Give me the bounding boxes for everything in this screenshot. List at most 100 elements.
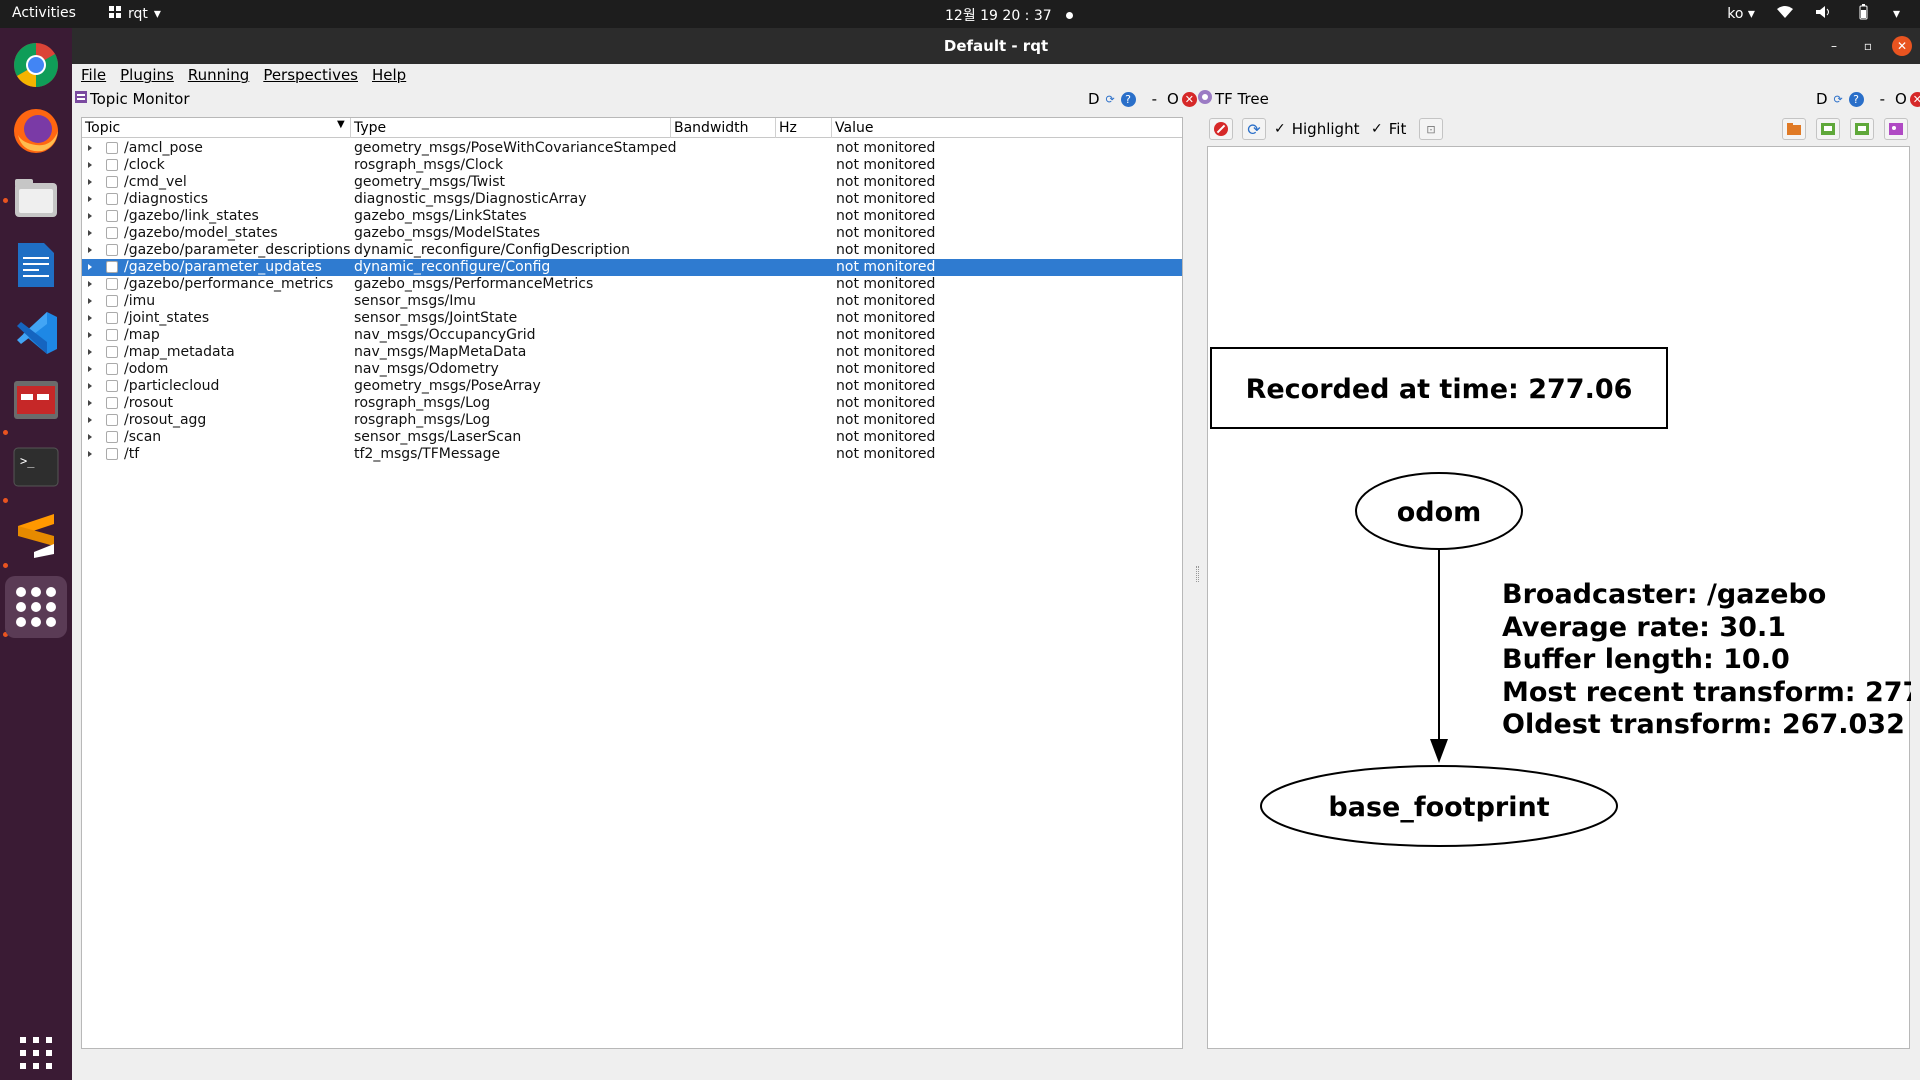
header-type[interactable]: Type — [354, 120, 386, 136]
show-applications-icon[interactable] — [11, 1028, 61, 1078]
minimize-button[interactable]: – — [1824, 36, 1844, 56]
checkbox-checked-icon[interactable]: ✓ — [1274, 121, 1286, 137]
monitor-checkbox[interactable] — [106, 142, 118, 154]
help-icon[interactable]: ? — [1848, 91, 1864, 107]
table-row[interactable]: /gazebo/link_states gazebo_msgs/LinkState… — [82, 208, 1182, 225]
table-row[interactable]: /clock rosgraph_msgs/Clock not monitored — [82, 157, 1182, 174]
expand-arrow-icon[interactable] — [88, 264, 92, 270]
monitor-checkbox[interactable] — [106, 414, 118, 426]
files-icon[interactable] — [11, 173, 61, 223]
table-row[interactable]: /rosout rosgraph_msgs/Log not monitored — [82, 395, 1182, 412]
load-file-button[interactable] — [1782, 118, 1806, 140]
expand-arrow-icon[interactable] — [88, 451, 92, 457]
expand-arrow-icon[interactable] — [88, 400, 92, 406]
save-image-button[interactable] — [1884, 118, 1908, 140]
close-pane-icon[interactable]: ✕ — [1181, 91, 1197, 107]
float-pane-button[interactable]: O — [1895, 90, 1907, 108]
table-row[interactable]: /gazebo/model_states gazebo_msgs/ModelSta… — [82, 225, 1182, 242]
vscode-icon[interactable] — [11, 308, 61, 358]
clock[interactable]: 12월 19 20 : 37 — [945, 5, 1073, 25]
header-topic[interactable]: Topic — [85, 120, 120, 136]
expand-arrow-icon[interactable] — [88, 332, 92, 338]
save-svg-button[interactable] — [1850, 118, 1874, 140]
fit-option[interactable]: ✓ Fit — [1371, 120, 1406, 138]
reload-icon[interactable]: ⟳ — [1103, 92, 1118, 107]
help-icon[interactable]: ? — [1120, 91, 1136, 107]
monitor-checkbox[interactable] — [106, 261, 118, 273]
table-row[interactable]: /rosout_agg rosgraph_msgs/Log not monitore… — [82, 412, 1182, 429]
float-pane-button[interactable]: O — [1167, 90, 1179, 108]
table-row[interactable]: /map_metadata nav_msgs/MapMetaData not mon… — [82, 344, 1182, 361]
maximize-button[interactable]: ▫ — [1858, 36, 1878, 56]
monitor-checkbox[interactable] — [106, 397, 118, 409]
header-bandwidth[interactable]: Bandwidth — [674, 120, 749, 136]
monitor-checkbox[interactable] — [106, 346, 118, 358]
table-row[interactable]: /gazebo/parameter_updates dynamic_reconfi… — [82, 259, 1182, 276]
expand-arrow-icon[interactable] — [88, 349, 92, 355]
table-row[interactable]: /imu sensor_msgs/Imu not monitored — [82, 293, 1182, 310]
expand-arrow-icon[interactable] — [88, 281, 92, 287]
menu-help[interactable]: Help — [372, 66, 406, 86]
expand-arrow-icon[interactable] — [88, 196, 92, 202]
minimize-pane-button[interactable]: - — [1880, 90, 1885, 108]
expand-arrow-icon[interactable] — [88, 383, 92, 389]
table-row[interactable]: /scan sensor_msgs/LaserScan not monitored — [82, 429, 1182, 446]
rqt-icon[interactable] — [11, 375, 61, 425]
table-row[interactable]: /tf tf2_msgs/TFMessage not monitored — [82, 446, 1182, 463]
dock-toggle-button[interactable]: D — [1088, 90, 1100, 108]
terminal-icon[interactable]: >_ — [11, 442, 61, 492]
app-menu[interactable]: rqt ▾ — [108, 5, 161, 23]
expand-arrow-icon[interactable] — [88, 162, 92, 168]
monitor-checkbox[interactable] — [106, 380, 118, 392]
close-pane-icon[interactable]: ✕ — [1909, 91, 1920, 107]
monitor-checkbox[interactable] — [106, 244, 118, 256]
firefox-icon[interactable] — [11, 106, 61, 156]
monitor-checkbox[interactable] — [106, 312, 118, 324]
menu-plugins[interactable]: Plugins — [120, 66, 174, 86]
monitor-checkbox[interactable] — [106, 159, 118, 171]
refresh-button[interactable]: ⟳ — [1242, 118, 1266, 140]
clear-buffer-button[interactable] — [1209, 118, 1233, 140]
expand-arrow-icon[interactable] — [88, 366, 92, 372]
writer-icon[interactable] — [11, 240, 61, 290]
close-button[interactable]: ✕ — [1892, 36, 1912, 56]
table-row[interactable]: /map nav_msgs/OccupancyGrid not monitored — [82, 327, 1182, 344]
expand-arrow-icon[interactable] — [88, 145, 92, 151]
monitor-checkbox[interactable] — [106, 431, 118, 443]
chrome-icon[interactable] — [11, 40, 61, 90]
minimize-pane-button[interactable]: - — [1152, 90, 1157, 108]
system-tray[interactable]: ko ▾ ▾ — [1727, 4, 1900, 24]
expand-arrow-icon[interactable] — [88, 434, 92, 440]
table-row[interactable]: /diagnostics diagnostic_msgs/DiagnosticAr… — [82, 191, 1182, 208]
expand-arrow-icon[interactable] — [88, 247, 92, 253]
table-row[interactable]: /amcl_pose geometry_msgs/PoseWithCovarian… — [82, 140, 1182, 157]
table-row[interactable]: /particlecloud geometry_msgs/PoseArray not… — [82, 378, 1182, 395]
checkbox-checked-icon[interactable]: ✓ — [1371, 121, 1383, 137]
splitter-handle[interactable] — [1196, 566, 1199, 582]
table-row[interactable]: /joint_states sensor_msgs/JointState not m… — [82, 310, 1182, 327]
expand-arrow-icon[interactable] — [88, 230, 92, 236]
monitor-checkbox[interactable] — [106, 193, 118, 205]
app-grid-active-icon[interactable] — [5, 576, 67, 638]
expand-arrow-icon[interactable] — [88, 315, 92, 321]
expand-arrow-icon[interactable] — [88, 298, 92, 304]
monitor-checkbox[interactable] — [106, 448, 118, 460]
monitor-checkbox[interactable] — [106, 227, 118, 239]
table-row[interactable]: /gazebo/parameter_descriptions dynamic_re… — [82, 242, 1182, 259]
expand-arrow-icon[interactable] — [88, 213, 92, 219]
expand-arrow-icon[interactable] — [88, 417, 92, 423]
monitor-checkbox[interactable] — [106, 210, 118, 222]
menu-perspectives[interactable]: Perspectives — [263, 66, 358, 86]
expand-arrow-icon[interactable] — [88, 179, 92, 185]
header-hz[interactable]: Hz — [779, 120, 797, 136]
highlight-option[interactable]: ✓ Highlight — [1274, 120, 1359, 138]
monitor-checkbox[interactable] — [106, 329, 118, 341]
menu-running[interactable]: Running — [188, 66, 249, 86]
monitor-checkbox[interactable] — [106, 295, 118, 307]
input-method[interactable]: ko ▾ — [1727, 6, 1755, 22]
tf-graph-canvas[interactable]: Recorded at time: 277.06 odom base_footp… — [1207, 146, 1920, 1049]
reload-icon[interactable]: ⟳ — [1831, 92, 1846, 107]
sublime-icon[interactable] — [11, 510, 61, 560]
save-dot-button[interactable] — [1816, 118, 1840, 140]
activities-button[interactable]: Activities — [12, 5, 76, 21]
